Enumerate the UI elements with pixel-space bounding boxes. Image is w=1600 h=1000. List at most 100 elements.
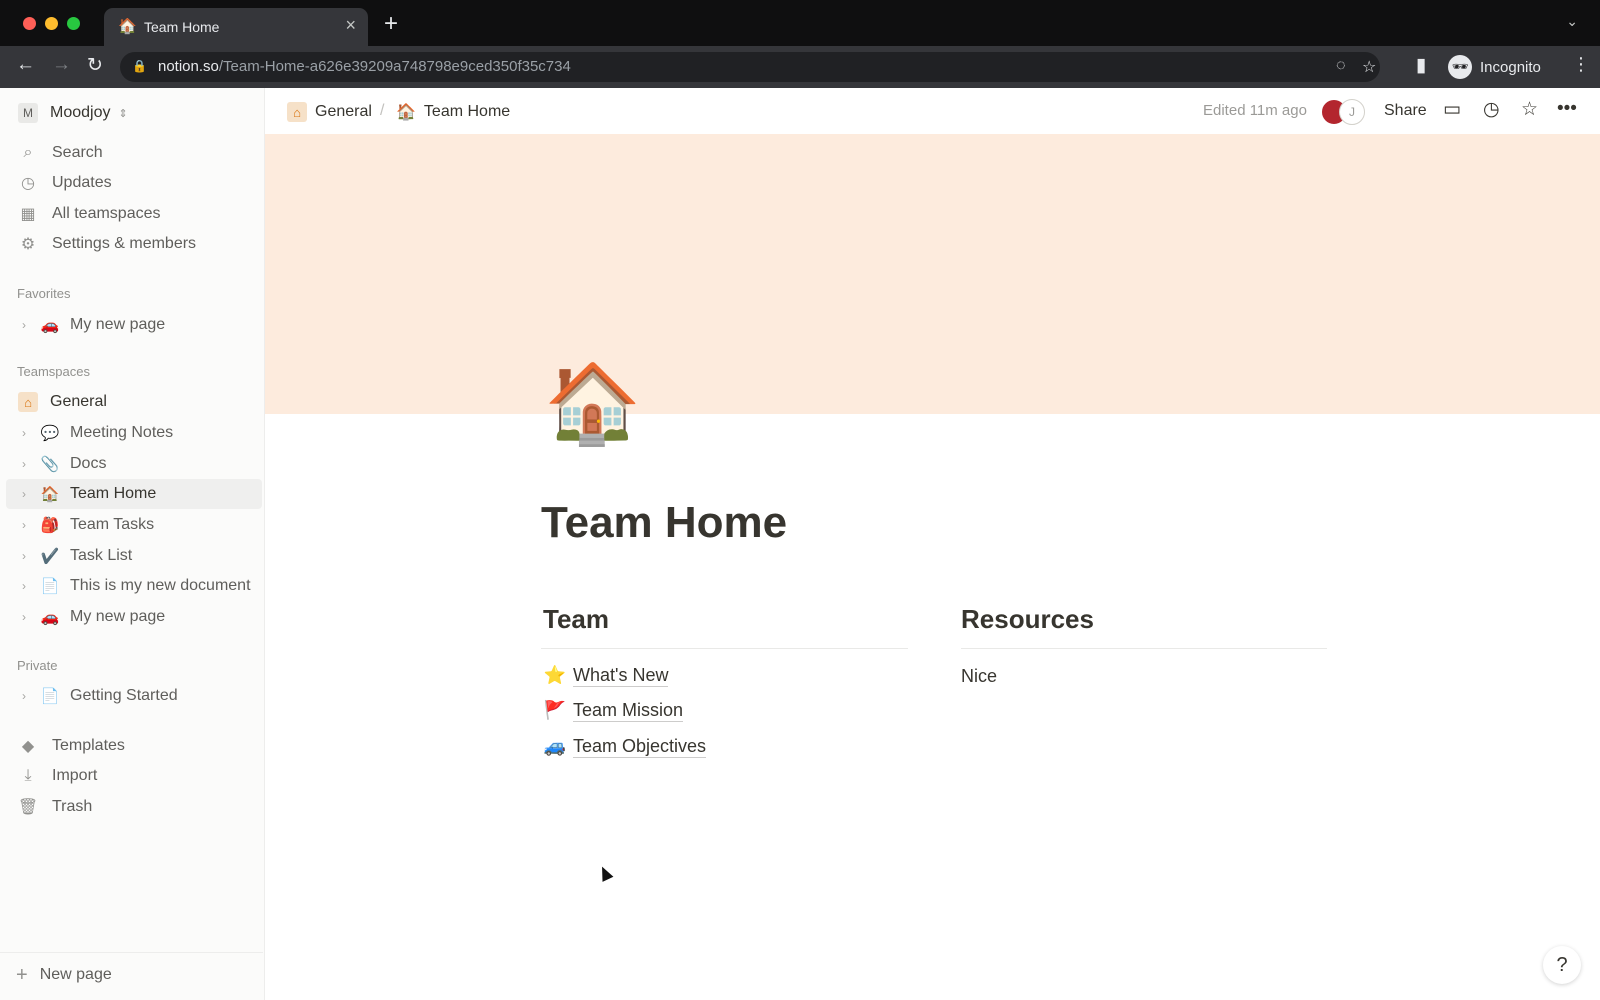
back-icon[interactable]: ← — [16, 54, 35, 76]
minimize-window-button[interactable] — [45, 17, 58, 30]
sidebar-item-all-teamspaces[interactable]: ▦ All teamspaces — [6, 199, 262, 229]
sidebar-item-docs[interactable]: › 📎 Docs — [6, 449, 262, 479]
sidebar-item-team-home[interactable]: › 🏠 Team Home — [6, 479, 262, 509]
trash-icon: 🗑 — [17, 799, 39, 816]
sidebar: M Moodjoy ⇕ ⌕ Search ◷ Updates ▦ All tea… — [0, 88, 265, 1000]
eye-off-icon[interactable]: ◌ — [1336, 57, 1346, 75]
more-options-icon[interactable]: ••• — [1557, 98, 1577, 120]
sidebar-item-label: Import — [52, 767, 98, 784]
car-emoji-icon: 🚗 — [40, 317, 60, 334]
sidebar-item-team-tasks[interactable]: › 🎒 Team Tasks — [6, 510, 262, 540]
chevron-right-icon[interactable]: › — [16, 318, 32, 332]
chevron-right-icon[interactable]: › — [16, 610, 32, 624]
resources-heading[interactable]: Resources — [961, 604, 1094, 635]
house-icon: 🏠 — [40, 486, 60, 503]
download-icon: ⤓ — [24, 767, 32, 784]
breadcrumb-general[interactable]: ⌂ General — [287, 102, 372, 122]
workspace-avatar: M — [18, 103, 38, 123]
reload-icon[interactable]: ↻ — [87, 54, 103, 77]
chevron-right-icon[interactable]: › — [16, 518, 32, 532]
sidebar-item-meeting-notes[interactable]: › 💬 Meeting Notes — [6, 418, 262, 448]
sidebar-item-my-new-page[interactable]: › 🚗 My new page — [6, 602, 262, 632]
close-tab-icon[interactable]: × — [345, 15, 356, 36]
chevron-right-icon[interactable]: › — [16, 549, 32, 563]
car-emoji-icon: 🚗 — [40, 609, 60, 626]
clock-icon: ◷ — [21, 175, 35, 192]
page-link-team-objectives[interactable]: 🚙 Team Objectives — [543, 731, 707, 761]
chevron-right-icon[interactable]: › — [16, 487, 32, 501]
divider — [961, 648, 1327, 649]
collaborator-avatars[interactable]: J — [1321, 98, 1367, 125]
page-link-team-mission[interactable]: 🚩 Team Mission — [543, 695, 684, 725]
resources-text[interactable]: Nice — [961, 666, 997, 687]
sidebar-teamspace-general[interactable]: ⌂ General — [6, 387, 262, 417]
sidebar-item-getting-started[interactable]: › 📄 Getting Started — [6, 681, 262, 711]
browser-toolbar: ← → ↻ 🔒 notion.so/Team-Home-a626e39209a7… — [0, 46, 1600, 88]
sidebar-item-label: Settings & members — [52, 235, 197, 252]
chevron-right-icon[interactable]: › — [16, 579, 32, 593]
close-window-button[interactable] — [23, 17, 36, 30]
sidebar-item-label: Updates — [52, 174, 112, 191]
sidebar-item-templates[interactable]: ◆ Templates — [6, 731, 262, 761]
flag-icon: 🚩 — [543, 699, 567, 720]
chevron-right-icon[interactable]: › — [16, 457, 32, 471]
maximize-window-button[interactable] — [67, 17, 80, 30]
browser-chrome: 🏠 Team Home × + ⌄ ← → ↻ 🔒 notion.so/Team… — [0, 0, 1600, 88]
document-icon: 📄 — [40, 578, 60, 595]
chevron-right-icon[interactable]: › — [16, 689, 32, 703]
side-panel-icon[interactable]: ▮ — [1416, 54, 1426, 77]
sidebar-item-settings[interactable]: ⚙ Settings & members — [6, 229, 262, 259]
updown-chevron-icon: ⇕ — [118, 107, 128, 120]
sidebar-item-label: Team Home — [70, 485, 157, 502]
chevron-right-icon[interactable]: › — [16, 426, 32, 440]
star-icon: ⭐ — [543, 664, 567, 685]
edited-timestamp[interactable]: Edited 11m ago — [1203, 102, 1307, 119]
sidebar-item-import[interactable]: ⤓ Import — [6, 761, 262, 791]
sidebar-item-label: Team Tasks — [70, 516, 155, 533]
sidebar-item-new-document[interactable]: › 📄 This is my new document — [6, 571, 262, 601]
sidebar-item-task-list[interactable]: › ✔️ Task List — [6, 541, 262, 571]
incognito-icon: 🕶 — [1448, 55, 1472, 79]
page-link-whats-new[interactable]: ⭐ What's New — [543, 660, 669, 690]
sidebar-item-label: This is my new document — [70, 577, 251, 594]
sidebar-favorite-my-new-page[interactable]: › 🚗 My new page — [6, 310, 262, 340]
shapes-icon: ◆ — [21, 738, 35, 755]
new-tab-button[interactable]: + — [384, 10, 398, 38]
sidebar-item-label: Task List — [70, 547, 133, 564]
incognito-label: Incognito — [1480, 58, 1541, 76]
breadcrumb-label: Team Home — [423, 103, 511, 120]
history-clock-icon[interactable]: ◷ — [1483, 98, 1500, 121]
address-bar[interactable]: 🔒 notion.so/Team-Home-a626e39209a748798e… — [120, 52, 1380, 82]
document-icon: 📄 — [40, 688, 60, 705]
lock-icon: 🔒 — [132, 59, 147, 73]
help-button[interactable]: ? — [1543, 946, 1581, 984]
comment-icon[interactable]: ▭ — [1443, 98, 1461, 121]
tab-search-chevron-icon[interactable]: ⌄ — [1566, 13, 1578, 30]
sidebar-item-updates[interactable]: ◷ Updates — [6, 168, 262, 198]
browser-tab[interactable]: 🏠 Team Home × — [104, 8, 368, 46]
tab-favicon-icon: 🏠 — [118, 18, 137, 35]
paperclip-icon: 📎 — [40, 456, 60, 473]
url-text[interactable]: notion.so/Team-Home-a626e39209a748798e9c… — [158, 58, 571, 75]
page-cover[interactable] — [265, 134, 1600, 414]
team-heading[interactable]: Team — [543, 604, 609, 635]
page-title[interactable]: Team Home — [541, 498, 787, 548]
sidebar-item-trash[interactable]: 🗑 Trash — [6, 792, 262, 822]
page-icon[interactable]: 🏠 — [544, 364, 641, 442]
home-icon: ⌂ — [18, 392, 38, 412]
house-icon: 🏠 — [396, 104, 416, 121]
sidebar-item-label: My new page — [70, 316, 166, 333]
forward-icon[interactable]: → — [52, 54, 71, 76]
share-button[interactable]: Share — [1384, 102, 1427, 120]
breadcrumb-team-home[interactable]: 🏠 Team Home — [396, 102, 510, 122]
sidebar-item-search[interactable]: ⌕ Search — [6, 138, 262, 168]
bookmark-star-icon[interactable]: ☆ — [1362, 57, 1376, 77]
incognito-indicator[interactable]: 🕶 Incognito — [1448, 52, 1541, 82]
mouse-cursor-icon — [596, 864, 614, 882]
favorite-star-icon[interactable]: ☆ — [1521, 98, 1538, 121]
browser-menu-icon[interactable]: ⋮ — [1572, 54, 1590, 75]
new-page-label: New page — [39, 966, 112, 983]
new-page-button[interactable]: + New page — [0, 952, 263, 997]
tab-title: Team Home — [144, 19, 220, 35]
workspace-switcher[interactable]: M Moodjoy ⇕ — [6, 98, 262, 128]
